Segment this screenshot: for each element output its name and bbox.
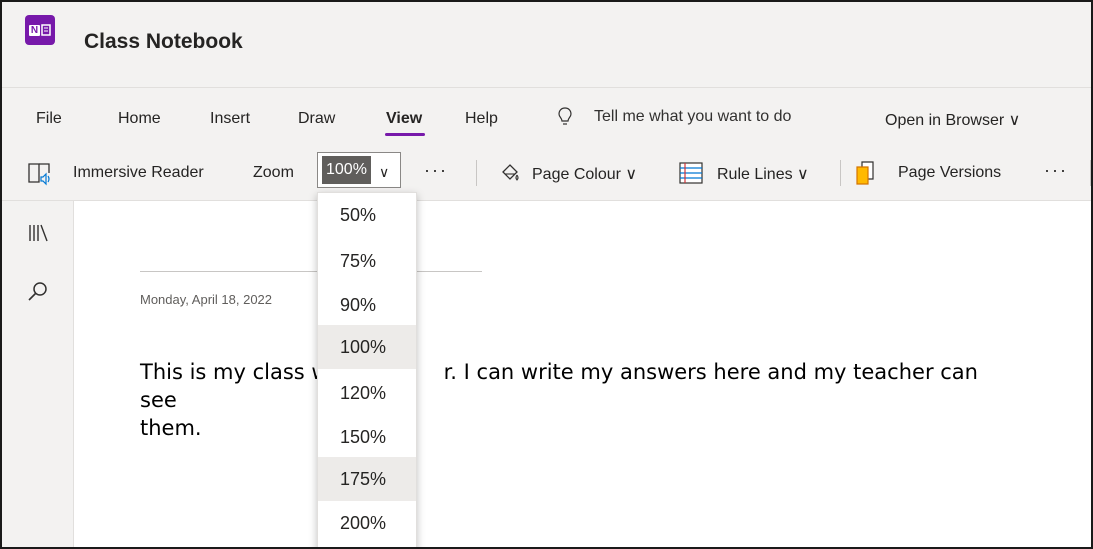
immersive-reader-icon	[28, 163, 50, 186]
zoom-dropdown: 50% 75% 90% 100% 120% 150% 175% 200%	[317, 192, 417, 547]
tab-file[interactable]: File	[36, 110, 62, 128]
zoom-option-50[interactable]: 50%	[318, 193, 416, 237]
onenote-logo-icon: N	[25, 15, 55, 45]
tell-me-search[interactable]: Tell me what you want to do	[558, 107, 791, 127]
page-content[interactable]: This is my class w r. I can write my answ…	[140, 358, 1000, 442]
zoom-option-75[interactable]: 75%	[318, 239, 416, 283]
body-text-start: This is my class w	[140, 360, 329, 384]
tab-help[interactable]: Help	[465, 110, 498, 128]
toolbar-divider	[476, 160, 477, 186]
tab-insert[interactable]: Insert	[210, 110, 250, 128]
more-options-button-2[interactable]: ···	[1044, 160, 1068, 181]
tab-draw[interactable]: Draw	[298, 110, 335, 128]
onenote-window: N Class Notebook File Home Insert Draw V…	[0, 0, 1093, 549]
title-bar: N Class Notebook	[2, 2, 1091, 88]
left-navigation	[2, 201, 74, 547]
active-tab-indicator	[385, 133, 425, 136]
toolbar-divider	[1090, 160, 1091, 186]
zoom-option-90[interactable]: 90%	[318, 283, 416, 327]
tell-me-text: Tell me what you want to do	[594, 108, 792, 125]
notebook-title: Class Notebook	[84, 30, 243, 53]
immersive-reader-button[interactable]: Immersive Reader	[73, 164, 204, 182]
zoom-option-200[interactable]: 200%	[318, 501, 416, 545]
page-title-underline	[140, 271, 482, 272]
open-in-browser-button[interactable]: Open in Browser ∨	[885, 110, 1020, 130]
body-text-line2: them.	[140, 416, 202, 440]
tab-view[interactable]: View	[386, 110, 422, 128]
toolbar-divider	[840, 160, 841, 186]
zoom-option-100[interactable]: 100%	[318, 325, 416, 369]
page-versions-icon	[856, 161, 874, 185]
zoom-option-175[interactable]: 175%	[318, 457, 416, 501]
lightbulb-icon	[558, 107, 572, 125]
zoom-value[interactable]: 100%	[322, 156, 371, 184]
rule-lines-button[interactable]: Rule Lines ∨	[717, 164, 809, 184]
page-versions-button[interactable]: Page Versions	[898, 164, 1001, 182]
zoom-option-120[interactable]: 120%	[318, 371, 416, 415]
page-colour-icon	[502, 164, 519, 181]
chevron-down-icon[interactable]: ∨	[379, 164, 389, 181]
zoom-label: Zoom	[253, 164, 294, 181]
page-colour-button[interactable]: Page Colour ∨	[532, 164, 637, 184]
tab-home[interactable]: Home	[118, 110, 161, 128]
zoom-option-150[interactable]: 150%	[318, 415, 416, 459]
search-icon[interactable]	[26, 280, 50, 304]
library-icon[interactable]	[26, 221, 50, 245]
rule-lines-icon	[679, 162, 703, 184]
page-date: Monday, April 18, 2022	[140, 292, 273, 307]
more-options-button[interactable]: ···	[424, 160, 448, 181]
